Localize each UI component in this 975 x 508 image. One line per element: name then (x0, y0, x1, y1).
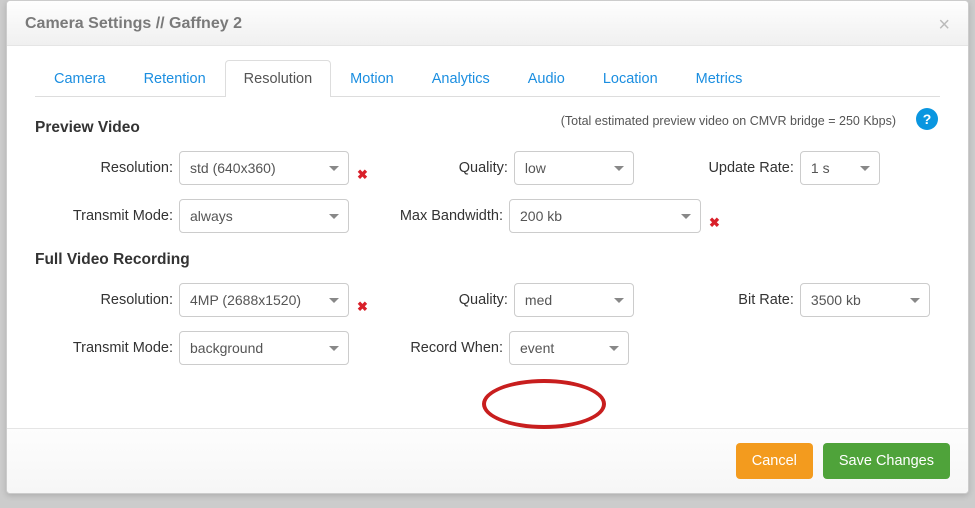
preview-update-rate-value: 1 s (811, 160, 830, 176)
reset-icon[interactable]: ✖ (709, 215, 720, 233)
cancel-button[interactable]: Cancel (736, 443, 813, 479)
reset-icon[interactable]: ✖ (357, 167, 368, 185)
chevron-down-icon (609, 346, 619, 351)
save-button[interactable]: Save Changes (823, 443, 950, 479)
reset-icon[interactable]: ✖ (357, 299, 368, 317)
preview-transmit-mode-value: always (190, 208, 233, 224)
preview-update-rate-select[interactable]: 1 s (800, 151, 880, 185)
estimate-text: (Total estimated preview video on CMVR b… (561, 114, 896, 128)
preview-resolution-select[interactable]: std (640x360) (179, 151, 349, 185)
preview-max-bandwidth-label: Max Bandwidth: (359, 208, 503, 224)
chevron-down-icon (329, 166, 339, 171)
preview-max-bandwidth-select[interactable]: 200 kb (509, 199, 701, 233)
preview-update-rate-label: Update Rate: (644, 160, 794, 176)
chevron-down-icon (860, 166, 870, 171)
full-quality-value: med (525, 292, 552, 308)
preview-transmit-mode-select[interactable]: always (179, 199, 349, 233)
chevron-down-icon (614, 298, 624, 303)
annotation-circle (482, 379, 606, 429)
full-transmit-mode-select[interactable]: background (179, 331, 349, 365)
preview-quality-select[interactable]: low (514, 151, 634, 185)
full-section-title: Full Video Recording (35, 251, 940, 269)
chevron-down-icon (329, 214, 339, 219)
full-record-when-value: event (520, 340, 554, 356)
modal-header: Camera Settings // Gaffney 2 × (7, 1, 968, 46)
tab-location[interactable]: Location (584, 60, 677, 97)
modal-title: Camera Settings // Gaffney 2 (25, 15, 950, 33)
full-quality-select[interactable]: med (514, 283, 634, 317)
full-record-when-select[interactable]: event (509, 331, 629, 365)
preview-transmit-mode-label: Transmit Mode: (35, 208, 173, 224)
full-record-when-label: Record When: (359, 340, 503, 356)
help-icon[interactable]: ? (916, 108, 938, 130)
preview-max-bandwidth-value: 200 kb (520, 208, 562, 224)
tab-audio[interactable]: Audio (509, 60, 584, 97)
full-resolution-label: Resolution: (35, 292, 173, 308)
tab-retention[interactable]: Retention (125, 60, 225, 97)
tab-motion[interactable]: Motion (331, 60, 413, 97)
full-transmit-mode-value: background (190, 340, 263, 356)
tab-resolution[interactable]: Resolution (225, 60, 332, 97)
chevron-down-icon (329, 298, 339, 303)
full-resolution-select[interactable]: 4MP (2688x1520) (179, 283, 349, 317)
camera-settings-modal: Camera Settings // Gaffney 2 × Camera Re… (6, 0, 969, 494)
full-quality-label: Quality: (378, 292, 508, 308)
close-icon[interactable]: × (938, 15, 950, 35)
chevron-down-icon (681, 214, 691, 219)
chevron-down-icon (329, 346, 339, 351)
full-transmit-mode-label: Transmit Mode: (35, 340, 173, 356)
modal-footer: Cancel Save Changes (7, 428, 968, 493)
chevron-down-icon (614, 166, 624, 171)
preview-quality-value: low (525, 160, 546, 176)
chevron-down-icon (910, 298, 920, 303)
preview-resolution-label: Resolution: (35, 160, 173, 176)
full-resolution-value: 4MP (2688x1520) (190, 292, 301, 308)
tab-analytics[interactable]: Analytics (413, 60, 509, 97)
preview-quality-label: Quality: (378, 160, 508, 176)
modal-body: Camera Retention Resolution Motion Analy… (7, 46, 968, 428)
full-bit-rate-label: Bit Rate: (644, 292, 794, 308)
tab-metrics[interactable]: Metrics (677, 60, 762, 97)
tabs-bar: Camera Retention Resolution Motion Analy… (35, 60, 940, 97)
full-bit-rate-value: 3500 kb (811, 292, 861, 308)
full-bit-rate-select[interactable]: 3500 kb (800, 283, 930, 317)
preview-resolution-value: std (640x360) (190, 160, 276, 176)
tab-camera[interactable]: Camera (35, 60, 125, 97)
